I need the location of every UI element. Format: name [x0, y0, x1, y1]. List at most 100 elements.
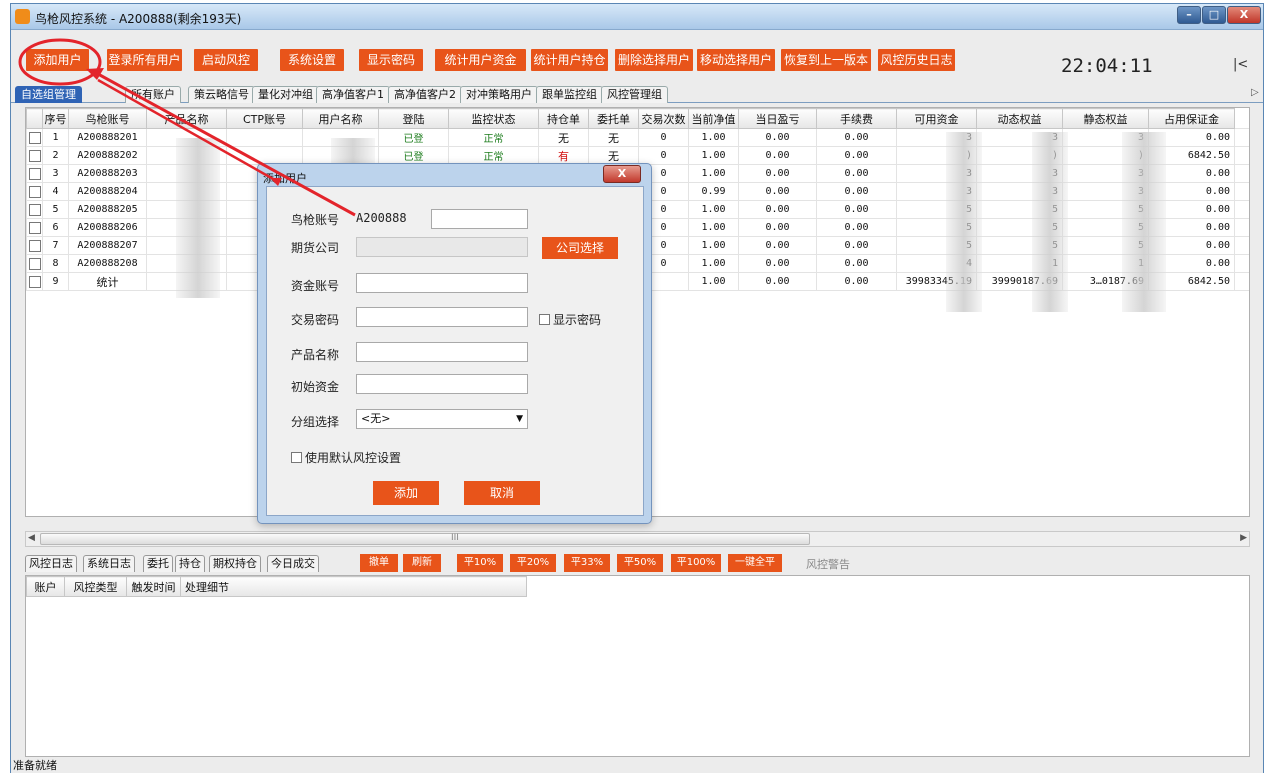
col-header[interactable]: 当日盈亏: [738, 108, 817, 129]
tab-orders[interactable]: 委托: [143, 555, 173, 572]
tab-all-accounts[interactable]: 所有账户: [125, 86, 181, 103]
tab-system-log[interactable]: 系统日志: [83, 555, 135, 572]
tab-today-trades[interactable]: 今日成交: [267, 555, 319, 572]
col-header[interactable]: 用户名称: [302, 108, 379, 129]
col-header[interactable]: 风控类型: [64, 576, 127, 597]
row-checkbox-cell[interactable]: [26, 146, 43, 165]
product-name-input[interactable]: [356, 342, 528, 362]
tab-option-positions[interactable]: 期权持仓: [209, 555, 261, 572]
risk-history-log-button[interactable]: 风控历史日志: [878, 49, 955, 71]
login-all-users-button[interactable]: 登录所有用户: [107, 49, 182, 71]
col-header[interactable]: 持仓单: [538, 108, 589, 129]
scroll-thumb[interactable]: III: [40, 533, 810, 545]
row-checkbox-cell[interactable]: [26, 164, 43, 183]
stat-user-positions-button[interactable]: 统计用户持仓: [531, 49, 608, 71]
trade-password-input[interactable]: [356, 307, 528, 327]
broker-select-button[interactable]: 公司选择: [542, 237, 618, 259]
scroll-right-icon[interactable]: ▶: [1240, 533, 1247, 543]
horizontal-scrollbar[interactable]: ◀ III ▶: [25, 531, 1250, 547]
delete-selected-users-button[interactable]: 删除选择用户: [615, 49, 693, 71]
row-checkbox[interactable]: [28, 239, 41, 252]
stat-user-funds-button[interactable]: 统计用户资金: [435, 49, 526, 71]
restore-previous-version-button[interactable]: 恢复到上一版本: [781, 49, 871, 71]
col-header[interactable]: 账户: [26, 576, 65, 597]
col-header[interactable]: 委托单: [588, 108, 639, 129]
tab-hnw-clients-1[interactable]: 高净值客户1: [316, 86, 390, 103]
start-risk-control-button[interactable]: 启动风控: [194, 49, 258, 71]
title-bar[interactable]: 鸟枪风控系统 - A200888(剩余193天) – □ X: [11, 4, 1263, 30]
close-10-button[interactable]: 平10%: [457, 554, 503, 572]
col-header[interactable]: 登陆: [378, 108, 449, 129]
col-header[interactable]: 当前净值: [688, 108, 739, 129]
tab-risk-management[interactable]: 风控管理组: [601, 86, 668, 103]
close-all-button[interactable]: 一键全平: [728, 554, 782, 572]
col-header[interactable]: 鸟枪账号: [68, 108, 147, 129]
row-checkbox-cell[interactable]: [26, 218, 43, 237]
row-checkbox-cell[interactable]: [26, 182, 43, 201]
show-password-checkbox[interactable]: [539, 314, 550, 325]
show-password-toggle[interactable]: 显示密码: [539, 311, 601, 328]
col-header[interactable]: CTP账号: [226, 108, 303, 129]
dialog-close-button[interactable]: X: [603, 165, 641, 183]
col-header[interactable]: 手续费: [816, 108, 897, 129]
system-settings-button[interactable]: 系统设置: [280, 49, 344, 71]
show-password-button[interactable]: 显示密码: [359, 49, 423, 71]
row-checkbox[interactable]: [28, 131, 41, 144]
row-checkbox[interactable]: [28, 221, 41, 234]
row-checkbox[interactable]: [28, 185, 41, 198]
tab-custom-groups[interactable]: 自选组管理: [15, 86, 82, 103]
scroll-left-icon[interactable]: ◀: [28, 533, 35, 543]
tab-scroll-icon[interactable]: ▷: [1251, 87, 1259, 98]
collapse-icon[interactable]: |<: [1233, 57, 1248, 72]
refresh-button[interactable]: 刷新: [403, 554, 441, 572]
col-header[interactable]: 静态权益: [1062, 108, 1149, 129]
table-cell: 无: [588, 128, 639, 147]
close-50-button[interactable]: 平50%: [617, 554, 663, 572]
initial-fund-input[interactable]: [356, 374, 528, 394]
row-checkbox-cell[interactable]: [26, 128, 43, 147]
tab-positions[interactable]: 持仓: [175, 555, 205, 572]
add-button[interactable]: 添加: [373, 481, 439, 505]
close-20-button[interactable]: 平20%: [510, 554, 556, 572]
col-header[interactable]: 处理细节: [180, 576, 527, 597]
row-checkbox-cell[interactable]: [26, 272, 43, 291]
default-risk-checkbox[interactable]: [291, 452, 302, 463]
row-checkbox[interactable]: [28, 167, 41, 180]
row-checkbox-cell[interactable]: [26, 254, 43, 273]
tab-hedge-strategy-users[interactable]: 对冲策略用户: [460, 86, 538, 103]
move-selected-users-button[interactable]: 移动选择用户: [697, 49, 775, 71]
close-100-button[interactable]: 平100%: [671, 554, 721, 572]
tab-strategy-signal[interactable]: 策云略信号: [188, 86, 255, 103]
col-header[interactable]: 动态权益: [976, 108, 1063, 129]
minimize-button[interactable]: –: [1177, 6, 1201, 24]
col-header[interactable]: 监控状态: [448, 108, 539, 129]
col-header[interactable]: 交易次数: [638, 108, 689, 129]
row-checkbox[interactable]: [28, 203, 41, 216]
cancel-order-button[interactable]: 撤单: [360, 554, 398, 572]
tab-copy-trade-monitor[interactable]: 跟单监控组: [536, 86, 603, 103]
group-select[interactable]: <无> ▼: [356, 409, 528, 429]
close-33-button[interactable]: 平33%: [564, 554, 610, 572]
default-risk-toggle[interactable]: 使用默认风控设置: [291, 449, 401, 466]
close-button[interactable]: X: [1227, 6, 1261, 24]
tab-quant-hedge[interactable]: 量化对冲组: [252, 86, 319, 103]
col-header[interactable]: 产品名称: [146, 108, 227, 129]
row-checkbox[interactable]: [28, 257, 41, 270]
tab-hnw-clients-2[interactable]: 高净值客户2: [388, 86, 462, 103]
row-checkbox-cell[interactable]: [26, 200, 43, 219]
col-header[interactable]: 占用保证金: [1148, 108, 1235, 129]
tab-risk-log[interactable]: 风控日志: [25, 555, 77, 572]
col-header[interactable]: 序号: [42, 108, 69, 129]
maximize-button[interactable]: □: [1202, 6, 1226, 24]
account-input[interactable]: [431, 209, 528, 229]
fund-account-input[interactable]: [356, 273, 528, 293]
row-checkbox[interactable]: [28, 149, 41, 162]
add-user-button[interactable]: 添加用户: [26, 49, 89, 71]
row-checkbox-cell[interactable]: [26, 236, 43, 255]
col-header[interactable]: 触发时间: [126, 576, 181, 597]
col-header[interactable]: 可用资金: [896, 108, 977, 129]
select-all-header[interactable]: [26, 108, 43, 129]
cancel-button[interactable]: 取消: [464, 481, 540, 505]
table-cell: 统计: [68, 272, 147, 291]
row-checkbox[interactable]: [28, 275, 41, 288]
